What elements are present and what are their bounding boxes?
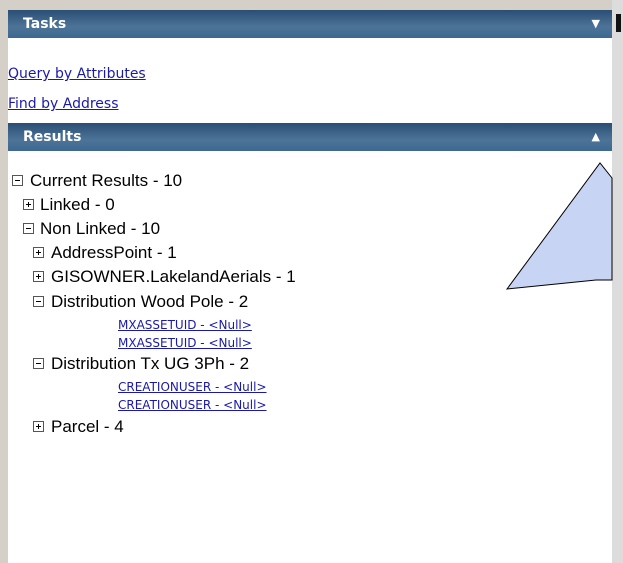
callout-arrow (505, 162, 613, 290)
callout-shape (505, 162, 613, 290)
